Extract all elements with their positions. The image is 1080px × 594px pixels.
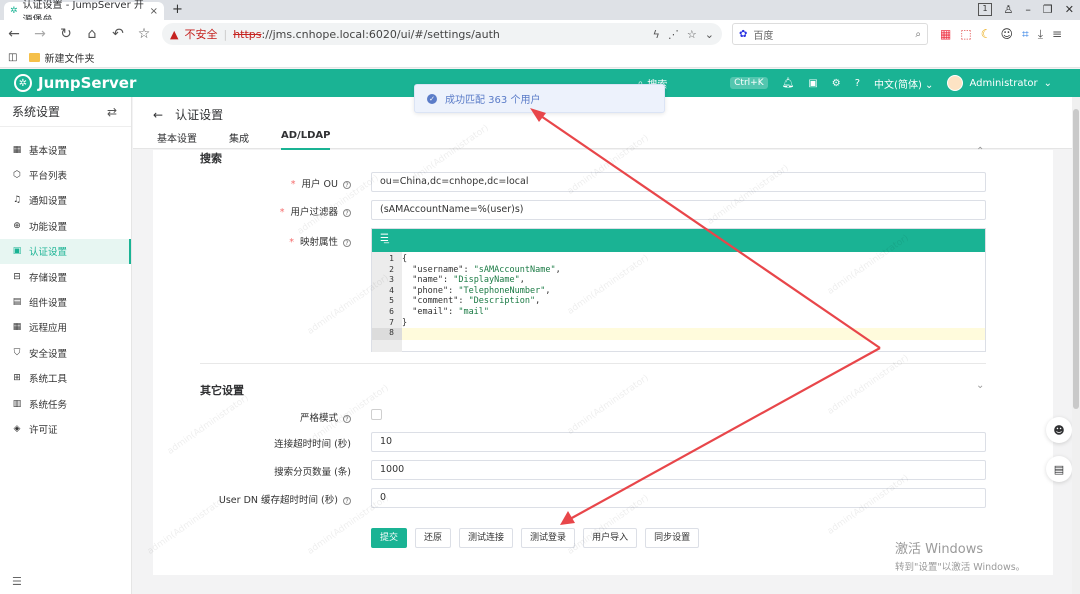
annotation-arrows: [530, 108, 881, 525]
annotation-arrow-to-test-login: [569, 347, 881, 520]
annotation-arrow-to-toast: [537, 113, 881, 349]
arrowhead-toast: [530, 108, 546, 122]
